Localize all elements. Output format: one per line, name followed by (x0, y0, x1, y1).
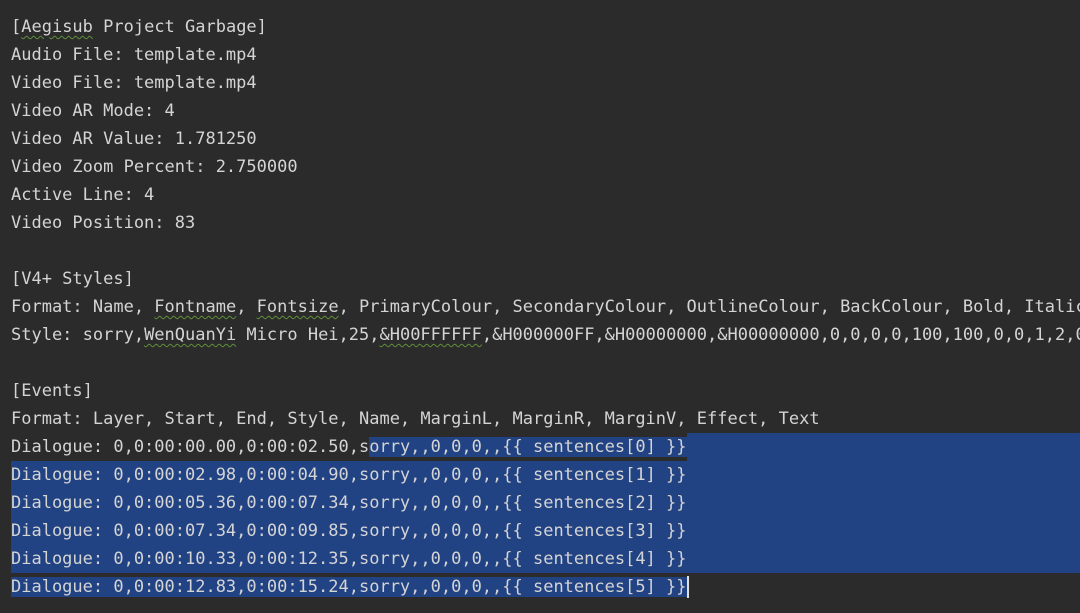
header-app-name: Aegisub (21, 17, 93, 37)
line-text: Audio File: template.mp4 (11, 45, 257, 65)
dialogue-line-selected[interactable]: Dialogue: 0,0:00:05.36,0:00:07.34,sorry,… (11, 489, 1080, 517)
dialogue-line-selected[interactable]: Dialogue: 0,0:00:02.98,0:00:04.90,sorry,… (11, 461, 1080, 489)
line-text: , PrimaryColour, SecondaryColour, Outlin… (338, 297, 1080, 317)
line-text: Format: Layer, Start, End, Style, Name, … (11, 409, 820, 429)
line-text: Style: sorry, (11, 325, 145, 345)
line-text: Dialogue: 0,0:00:07.34,0:00:09.85,sorry,… (11, 521, 687, 541)
dialogue-line-selected[interactable]: Dialogue: 0,0:00:10.33,0:00:12.35,sorry,… (11, 545, 1080, 573)
dialogue-line-last-selected[interactable]: Dialogue: 0,0:00:12.83,0:00:15.24,sorry,… (11, 573, 1080, 601)
section-header-events[interactable]: [Events] (11, 377, 1080, 405)
line-text: Active Line: 4 (11, 185, 155, 205)
code-line[interactable]: Audio File: template.mp4 (11, 41, 1080, 69)
line-text: Video Position: 83 (11, 213, 196, 233)
line-text: Dialogue: 0,0:00:05.36,0:00:07.34,sorry,… (11, 493, 687, 513)
code-editor[interactable]: [Aegisub Project Garbage] Audio File: te… (0, 0, 1080, 613)
line-text: ,&H000000FF,&H00000000,&H00000000,0,0,0,… (481, 325, 1080, 345)
line-text: Dialogue: 0,0:00:02.98,0:00:04.90,sorry,… (11, 465, 687, 485)
selected-text: orry,,0,0,0,,{{ sentences[0] }} (369, 437, 687, 457)
line-text: , (236, 297, 257, 317)
dialogue-line-selected[interactable]: Dialogue: 0,0:00:07.34,0:00:09.85,sorry,… (11, 517, 1080, 545)
text-cursor (686, 576, 689, 598)
code-line[interactable]: Video Zoom Percent: 2.750000 (11, 153, 1080, 181)
blank-line[interactable] (11, 237, 1080, 265)
code-line[interactable]: Video Position: 83 (11, 209, 1080, 237)
code-line[interactable]: Video AR Mode: 4 (11, 97, 1080, 125)
section-header-project-garbage[interactable]: [Aegisub Project Garbage] (11, 13, 1080, 41)
typo-word: &H00FFFFFF (379, 325, 482, 345)
typo-word: Fontname (154, 297, 237, 317)
line-text: Micro Hei,25, (236, 325, 380, 345)
line-text: Format: Name, (11, 297, 155, 317)
line-text: Dialogue: 0,0:00:10.33,0:00:12.35,sorry,… (11, 549, 687, 569)
code-line[interactable]: Video File: template.mp4 (11, 69, 1080, 97)
line-text: [Events] (11, 381, 93, 401)
line-text: Dialogue: 0,0:00:00.00,0:00:02.50,s (11, 437, 370, 457)
line-text: Video AR Mode: 4 (11, 101, 175, 121)
selection-fill (686, 433, 1080, 461)
line-text: Video Zoom Percent: 2.750000 (11, 157, 298, 177)
style-definition-line[interactable]: Style: sorry,WenQuanYi Micro Hei,25,&H00… (11, 321, 1080, 349)
code-line[interactable]: Active Line: 4 (11, 181, 1080, 209)
line-text: [V4+ Styles] (11, 269, 134, 289)
header-rest: Project Garbage] (92, 17, 267, 37)
selected-text: Dialogue: 0,0:00:12.83,0:00:15.24,sorry,… (11, 577, 687, 597)
code-line[interactable]: Video AR Value: 1.781250 (11, 125, 1080, 153)
header-open: [ (11, 17, 22, 37)
blank-line[interactable] (11, 349, 1080, 377)
section-header-styles[interactable]: [V4+ Styles] (11, 265, 1080, 293)
typo-word: Fontsize (256, 297, 339, 317)
events-format-line[interactable]: Format: Layer, Start, End, Style, Name, … (11, 405, 1080, 433)
typo-word: WenQuanYi (144, 325, 237, 345)
line-text: Video AR Value: 1.781250 (11, 129, 257, 149)
editor-lines[interactable]: [Aegisub Project Garbage] Audio File: te… (11, 13, 1080, 601)
styles-format-line[interactable]: Format: Name, Fontname, Fontsize, Primar… (11, 293, 1080, 321)
dialogue-line-selected-partial[interactable]: Dialogue: 0,0:00:00.00,0:00:02.50,sorry,… (11, 433, 1080, 461)
line-text: Video File: template.mp4 (11, 73, 257, 93)
